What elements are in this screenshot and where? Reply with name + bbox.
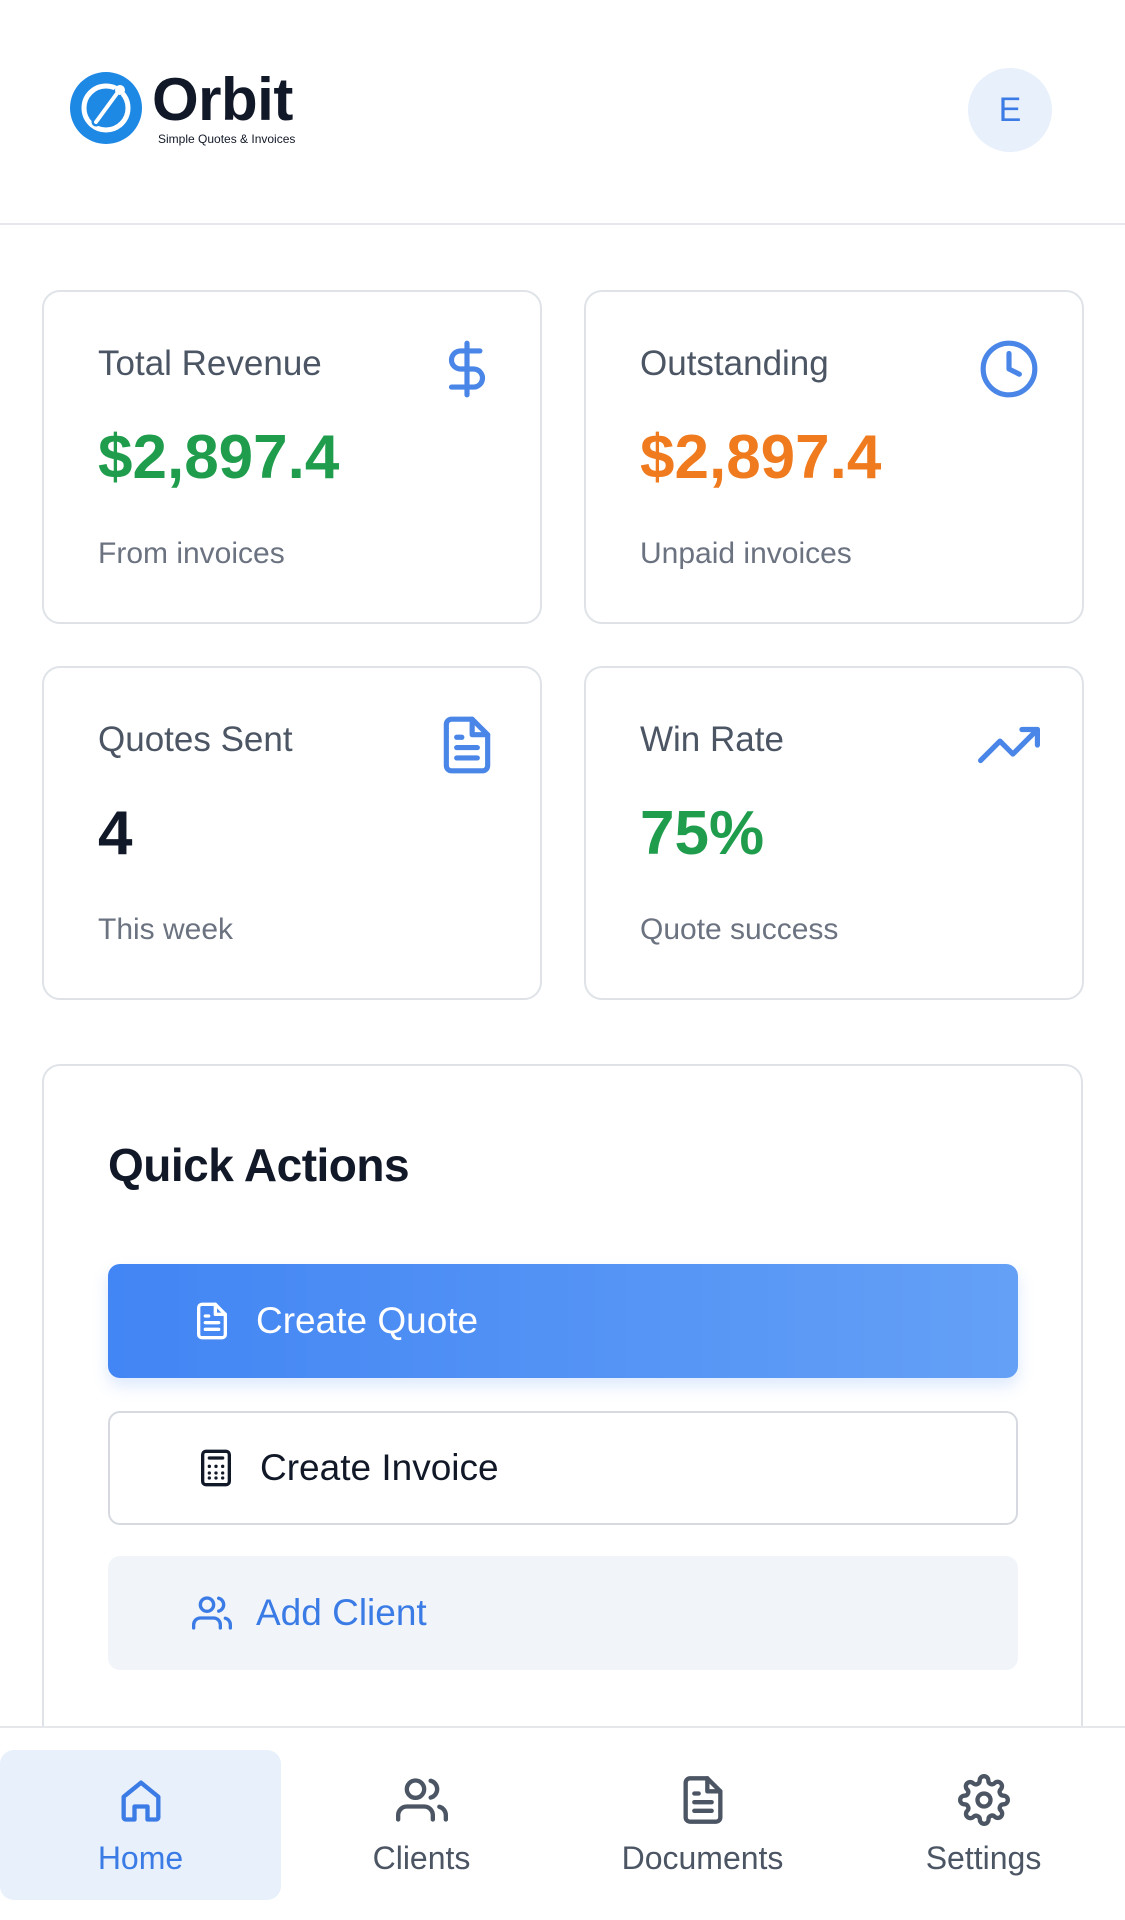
calculator-icon	[201, 1449, 231, 1487]
nav-label: Documents	[621, 1839, 784, 1876]
add-client-label: Add Client	[256, 1592, 427, 1633]
orbit-logo-icon	[70, 72, 142, 144]
users-icon	[192, 1596, 232, 1630]
stat-card-win-rate: Win Rate 75% Quote success	[584, 666, 1084, 1000]
stat-label: Outstanding	[640, 344, 829, 383]
app-header: Orbit Simple Quotes & Invoices E	[0, 0, 1125, 225]
user-avatar[interactable]: E	[968, 68, 1052, 152]
stat-label: Total Revenue	[98, 344, 322, 383]
stat-subtext: Quote success	[640, 913, 839, 946]
document-icon	[683, 1775, 722, 1824]
nav-item-home[interactable]: Home	[0, 1750, 281, 1900]
stat-label: Win Rate	[640, 720, 784, 759]
stat-value: 75%	[640, 799, 765, 868]
users-icon	[395, 1777, 448, 1822]
stat-subtext: Unpaid invoices	[640, 537, 852, 570]
stat-label: Quotes Sent	[98, 720, 293, 759]
quick-actions-panel: Quick Actions Create Quote Create Invoic…	[42, 1064, 1083, 1744]
nav-label: Clients	[372, 1839, 471, 1876]
stat-card-quotes-sent: Quotes Sent 4 This week	[42, 666, 542, 1000]
create-invoice-button[interactable]: Create Invoice	[108, 1411, 1018, 1525]
stat-card-total-revenue: Total Revenue $2,897.4 From invoices	[42, 290, 542, 624]
quick-actions-title: Quick Actions	[108, 1139, 410, 1191]
home-icon	[121, 1780, 160, 1822]
add-client-button[interactable]: Add Client	[108, 1556, 1018, 1670]
stat-card-outstanding: Outstanding $2,897.4 Unpaid invoices	[584, 290, 1084, 624]
create-quote-label: Create Quote	[256, 1300, 479, 1341]
dollar-icon	[448, 340, 486, 398]
nav-label: Settings	[925, 1839, 1042, 1876]
stat-value: $2,897.4	[98, 423, 340, 492]
stat-subtext: From invoices	[98, 537, 285, 570]
nav-item-clients[interactable]: Clients	[281, 1750, 562, 1900]
bottom-navigation: Home Clients Documents Settings	[0, 1726, 1125, 1920]
trending-up-icon	[978, 726, 1040, 764]
stat-subtext: This week	[98, 913, 234, 946]
stat-value: $2,897.4	[640, 423, 882, 492]
nav-label: Home	[97, 1839, 184, 1876]
nav-item-settings[interactable]: Settings	[843, 1750, 1124, 1900]
app-logo[interactable]: Orbit Simple Quotes & Invoices	[68, 70, 295, 146]
create-invoice-label: Create Invoice	[260, 1447, 499, 1488]
logo-tagline: Simple Quotes & Invoices	[158, 132, 296, 146]
document-icon	[197, 1302, 227, 1340]
logo-name: Orbit	[152, 66, 293, 133]
create-quote-button[interactable]: Create Quote	[108, 1264, 1018, 1378]
gear-icon	[957, 1773, 1010, 1826]
document-icon	[443, 716, 491, 774]
nav-item-documents[interactable]: Documents	[562, 1750, 843, 1900]
stat-value: 4	[98, 799, 133, 868]
clock-icon	[980, 340, 1038, 398]
